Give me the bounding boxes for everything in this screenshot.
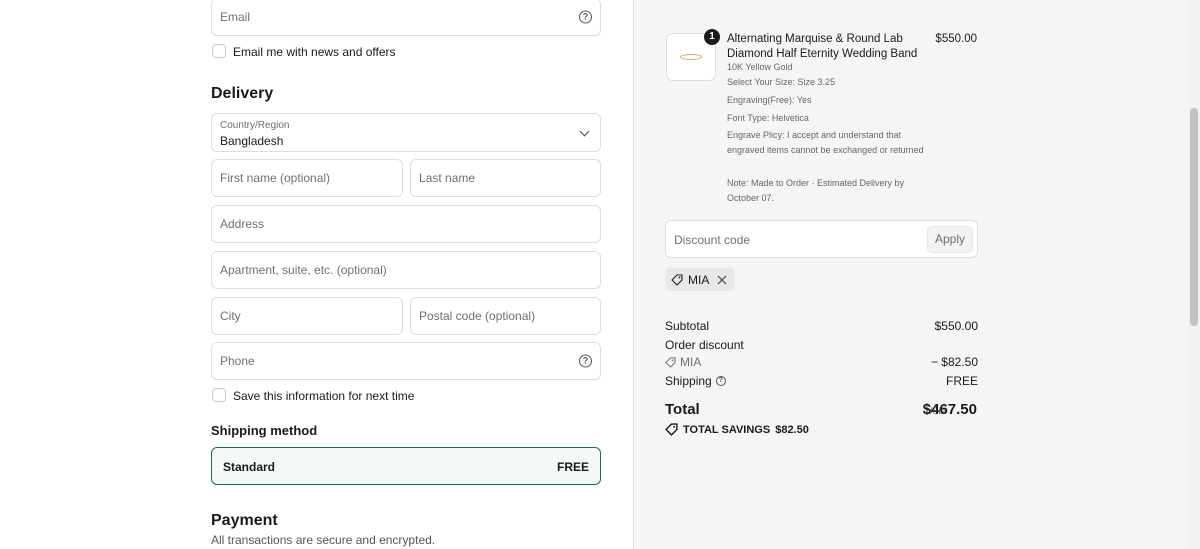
tag-icon [671, 273, 683, 286]
product-price: $550.00 [935, 33, 977, 45]
product-engrave-policy: Engrave Plicy: I accept and understand t… [727, 130, 924, 155]
shipping-row: Shipping ? FREE [665, 374, 978, 388]
product-font-type: Font Type: Helvetica [727, 113, 809, 123]
email-field[interactable]: Email ? [211, 0, 601, 36]
tag-icon [665, 356, 676, 368]
total-savings: TOTAL SAVINGS $82.50 [665, 423, 809, 436]
address-field[interactable]: Address [211, 205, 601, 243]
ring-image [680, 54, 702, 60]
shipping-option-standard[interactable]: Standard FREE [211, 447, 601, 485]
applied-discount-tag: MIA [665, 268, 736, 291]
shipping-option-price: FREE [556, 460, 589, 474]
shipping-option-name: Standard [223, 460, 276, 474]
product-note: Note: Made to Order · Estimated Delivery… [727, 178, 905, 203]
country-value: Bangladesh [220, 134, 284, 148]
postal-code-field[interactable]: Postal code (optional) [410, 297, 601, 335]
product-engraving: Engraving(Free): Yes [727, 95, 812, 105]
chevron-down-icon [579, 126, 590, 137]
discount-value: − $82.50 [930, 355, 978, 369]
order-discount-label: Order discount [665, 338, 744, 352]
quantity-badge: 1 [704, 29, 720, 45]
delivery-heading: Delivery [211, 85, 274, 102]
checkout-form: Email ? Email me with news and offers De… [0, 0, 633, 549]
shipping-method-heading: Shipping method [211, 423, 318, 438]
scrollbar[interactable] [1188, 0, 1200, 549]
country-label: Country/Region [220, 120, 290, 131]
email-placeholder: Email [220, 10, 251, 24]
first-name-placeholder: First name (optional) [220, 171, 331, 185]
payment-heading: Payment [211, 512, 278, 529]
apply-button[interactable]: Apply [927, 226, 973, 253]
apartment-placeholder: Apartment, suite, etc. (optional) [220, 263, 387, 277]
total-label: Total [665, 401, 700, 418]
savings-value: $82.50 [775, 423, 809, 436]
save-info-label: Save this information for next time [233, 389, 415, 403]
address-placeholder: Address [220, 217, 265, 231]
city-placeholder: City [220, 309, 241, 323]
close-icon[interactable] [717, 275, 727, 285]
help-icon[interactable]: ? [579, 10, 592, 24]
first-name-field[interactable]: First name (optional) [211, 159, 403, 197]
discount-code-placeholder: Discount code [674, 233, 751, 247]
discount-code-label: MIA [680, 355, 702, 369]
savings-label: TOTAL SAVINGS [683, 423, 771, 436]
payment-subtitle: All transactions are secure and encrypte… [211, 533, 436, 547]
save-info-checkbox[interactable] [212, 388, 226, 402]
total-value: $467.50 [922, 401, 977, 418]
discount-code-field[interactable]: Discount code Apply [665, 220, 978, 258]
phone-field[interactable]: Phone ? [211, 342, 601, 380]
order-discount-row: Order discount [665, 338, 978, 352]
subtotal-value: $550.00 [934, 319, 978, 333]
phone-placeholder: Phone [220, 354, 255, 368]
product-variant: 10K Yellow Gold [727, 62, 793, 72]
tag-icon [665, 423, 678, 436]
apartment-field[interactable]: Apartment, suite, etc. (optional) [211, 251, 601, 289]
city-field[interactable]: City [211, 297, 403, 335]
country-select[interactable]: Country/Region Bangladesh [211, 113, 601, 152]
discount-code-row: MIA − $82.50 [665, 355, 978, 369]
last-name-field[interactable]: Last name [410, 159, 601, 197]
subtotal-row: Subtotal $550.00 [665, 319, 978, 333]
scrollbar-thumb[interactable] [1190, 108, 1198, 326]
last-name-placeholder: Last name [419, 171, 476, 185]
help-icon[interactable]: ? [579, 354, 592, 368]
subtotal-label: Subtotal [665, 319, 710, 333]
product-title: Alternating Marquise & Round Lab Diamond… [727, 33, 918, 60]
order-summary: 1 Alternating Marquise & Round Lab Diamo… [633, 0, 1200, 549]
newsletter-checkbox[interactable] [212, 44, 226, 58]
shipping-value: FREE [945, 374, 978, 388]
newsletter-label: Email me with news and offers [233, 45, 396, 59]
help-icon[interactable]: ? [715, 376, 726, 386]
product-size: Select Your Size: Size 3.25 [727, 77, 836, 87]
postal-code-placeholder: Postal code (optional) [419, 309, 536, 323]
shipping-label: Shipping [665, 374, 712, 388]
applied-discount-code: MIA [688, 272, 710, 287]
